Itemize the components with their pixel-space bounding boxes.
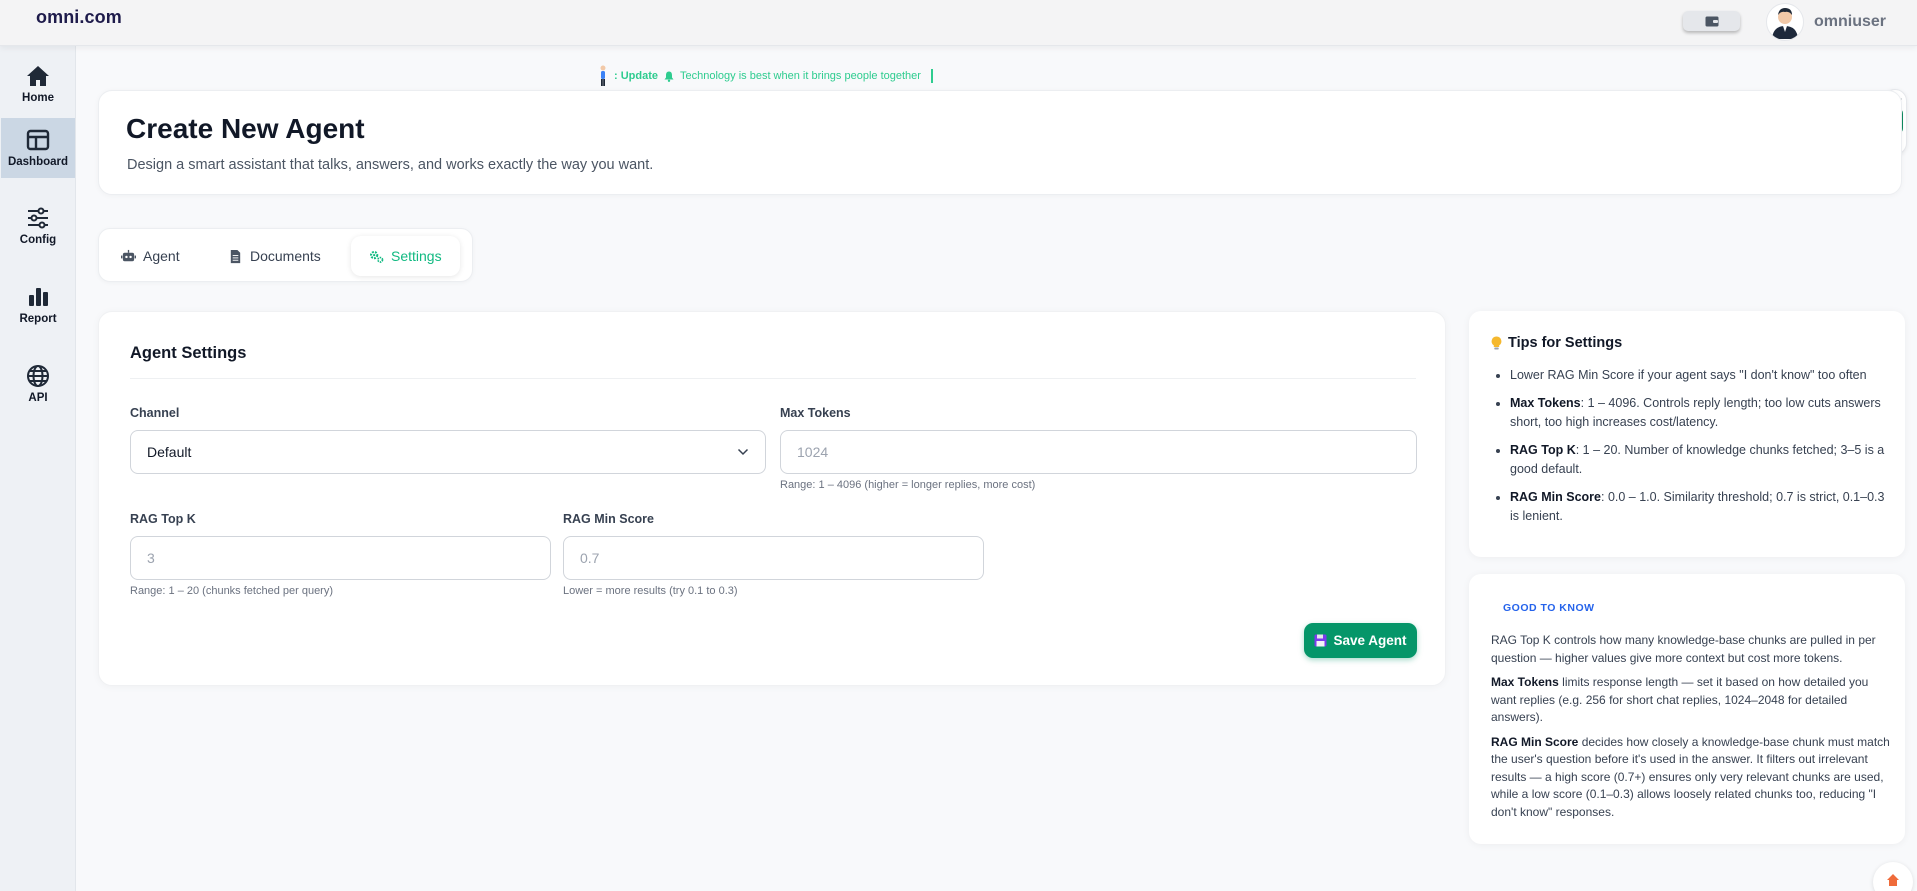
tab-settings[interactable]: Settings — [351, 236, 460, 276]
rag-min-score-label: RAG Min Score — [563, 512, 654, 526]
document-icon — [230, 249, 241, 263]
good-to-know-card: GOOD TO KNOW RAG Top K controls how many… — [1469, 574, 1905, 844]
help-floating-button[interactable] — [1873, 862, 1913, 891]
max-tokens-hint: Range: 1 – 4096 (higher = longer replies… — [780, 479, 1036, 491]
good-to-know-body: RAG Top K controls how many knowledge-ba… — [1491, 632, 1891, 828]
floppy-disk-icon — [1314, 634, 1327, 647]
tips-card: Tips for Settings Lower RAG Min Score if… — [1469, 311, 1905, 557]
tab-label: Documents — [250, 248, 321, 264]
rag-min-score-field[interactable] — [563, 536, 984, 580]
wallet-icon — [1705, 16, 1718, 27]
sidebar-item-config[interactable]: Config — [1, 196, 75, 256]
top-bar: omni.com omniuser — [0, 0, 1917, 46]
bell-icon — [664, 71, 674, 82]
tips-title: Tips for Settings — [1491, 335, 1622, 351]
announcement-marquee: : Update Technology is best when it brin… — [598, 64, 933, 88]
lightbulb-icon — [1491, 336, 1502, 350]
page-subtitle: Design a smart assistant that talks, ans… — [127, 157, 654, 173]
info-paragraph: Max Tokens limits response length — set … — [1491, 675, 1869, 724]
avatar — [1766, 3, 1804, 41]
tip-item: RAG Min Score: 0.0 – 1.0. Similarity thr… — [1510, 488, 1890, 526]
person-walking-icon — [600, 65, 606, 86]
channel-selected-value: Default — [147, 444, 192, 460]
user-avatar-icon — [1772, 8, 1798, 39]
rag-top-k-field[interactable] — [130, 536, 551, 580]
wallet-button[interactable] — [1683, 11, 1740, 31]
sliders-icon — [28, 207, 48, 229]
globe-icon — [27, 365, 49, 387]
home-icon — [27, 66, 49, 86]
tips-list: Lower RAG Min Score if your agent says "… — [1510, 366, 1890, 535]
tab-documents[interactable]: Documents — [210, 236, 339, 276]
max-tokens-field[interactable] — [780, 430, 1417, 474]
info-paragraph: RAG Top K controls how many knowledge-ba… — [1491, 633, 1876, 665]
chevron-down-icon — [737, 448, 749, 456]
marquee-prefix: : Update — [614, 70, 658, 82]
home-icon — [1887, 874, 1899, 886]
sidebar: Home Dashboard Config Report API — [0, 46, 76, 891]
brand-logo[interactable]: omni.com — [36, 7, 122, 28]
cogs-icon — [370, 250, 384, 263]
rag-min-score-input[interactable] — [580, 550, 967, 566]
dashboard-icon — [26, 129, 50, 151]
sidebar-item-label: Home — [22, 92, 54, 104]
max-tokens-input[interactable] — [797, 444, 1400, 460]
sidebar-item-api[interactable]: API — [1, 354, 75, 414]
rag-min-score-hint: Lower = more results (try 0.1 to 0.3) — [563, 585, 738, 597]
channel-select[interactable]: Default — [130, 430, 766, 474]
divider — [130, 378, 1416, 379]
tab-agent[interactable]: Agent — [103, 236, 198, 276]
robot-icon — [121, 249, 136, 261]
rag-top-k-input[interactable] — [147, 550, 534, 566]
tip-item: RAG Top K: 1 – 20. Number of knowledge c… — [1510, 441, 1890, 479]
sidebar-item-label: Report — [19, 313, 57, 325]
marquee-caret — [930, 69, 933, 83]
save-agent-button[interactable]: Save Agent — [1304, 623, 1417, 658]
max-tokens-label: Max Tokens — [780, 406, 851, 420]
sidebar-item-label: Config — [19, 234, 57, 246]
bar-chart-icon — [29, 288, 48, 306]
section-title: Agent Settings — [130, 344, 247, 362]
rag-top-k-label: RAG Top K — [130, 512, 196, 526]
tip-item: Lower RAG Min Score if your agent says "… — [1510, 366, 1890, 385]
marquee-message: Technology is best when it brings people… — [680, 70, 921, 82]
tab-bar: Agent Documents Settings — [98, 228, 473, 282]
tips-title-text: Tips for Settings — [1508, 335, 1623, 351]
sidebar-item-label: API — [28, 392, 48, 404]
rag-top-k-hint: Range: 1 – 20 (chunks fetched per query) — [130, 585, 334, 597]
agent-settings-card: Agent Settings Channel Default Max Token… — [98, 311, 1446, 686]
page-header-card: Create New Agent Design a smart assistan… — [98, 90, 1902, 195]
tab-label: Agent — [143, 248, 180, 264]
sidebar-item-dashboard[interactable]: Dashboard — [1, 118, 75, 178]
info-paragraph: RAG Min Score decides how closely a know… — [1491, 734, 1890, 819]
tab-label: Settings — [391, 248, 442, 264]
channel-label: Channel — [130, 406, 180, 420]
sidebar-item-label: Dashboard — [7, 156, 69, 168]
username: omniuser — [1814, 13, 1887, 30]
page-title: Create New Agent — [126, 113, 365, 144]
sidebar-item-report[interactable]: Report — [1, 275, 75, 335]
good-to-know-title: GOOD TO KNOW — [1503, 602, 1595, 614]
tip-item: Max Tokens: 1 – 4096. Controls reply len… — [1510, 394, 1890, 432]
user-menu[interactable]: omniuser — [1766, 2, 1886, 42]
save-button-label: Save Agent — [1333, 633, 1407, 648]
sidebar-item-home[interactable]: Home — [1, 54, 75, 114]
